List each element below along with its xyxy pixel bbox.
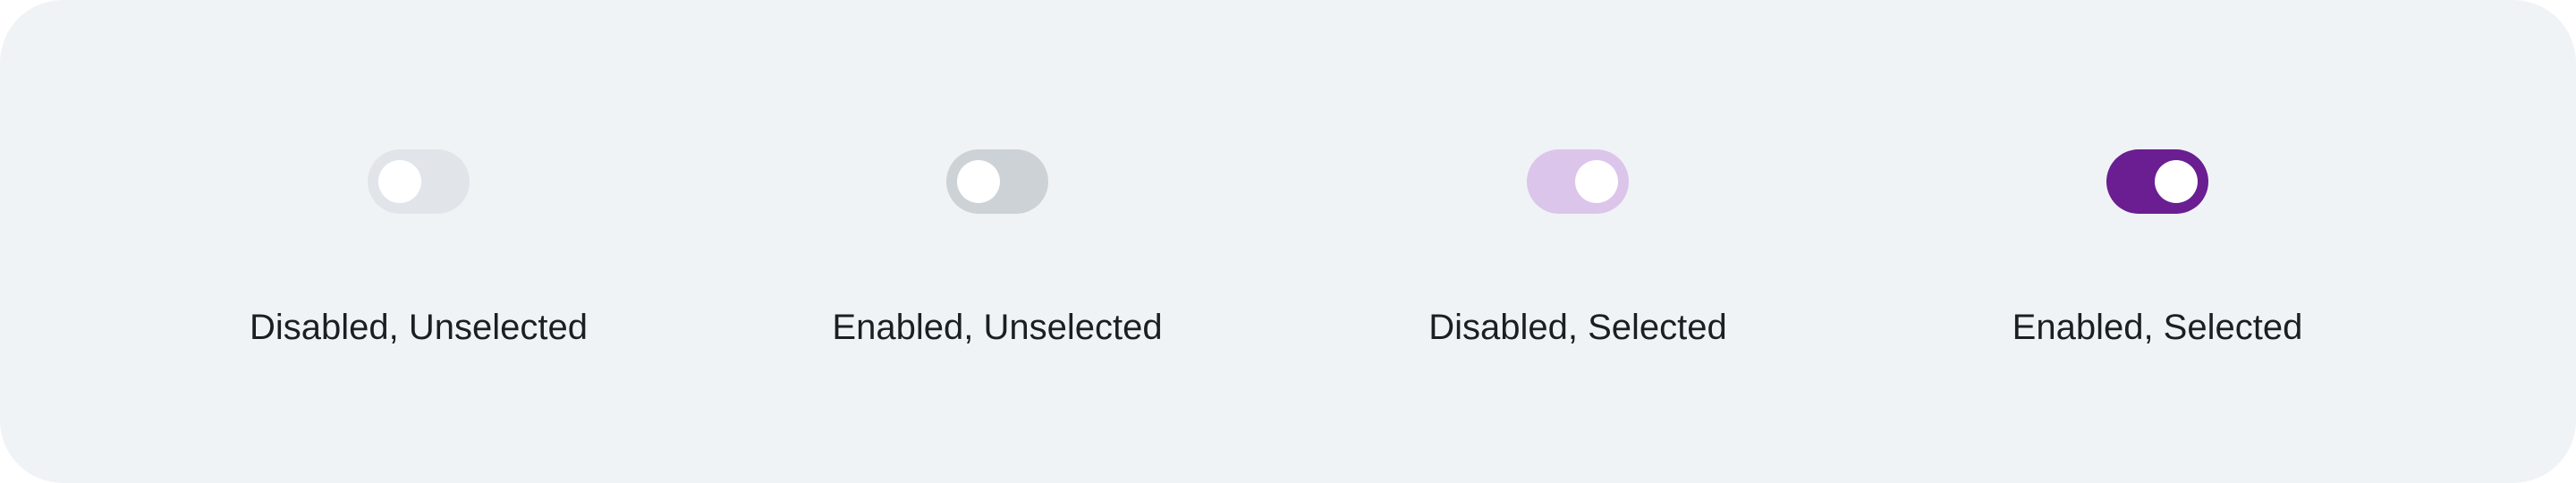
toggle-state-label: Disabled, Unselected	[250, 308, 588, 347]
toggle-switch-disabled-selected	[1527, 149, 1629, 214]
toggle-state-label: Enabled, Selected	[2012, 308, 2303, 347]
toggle-switch-enabled-unselected[interactable]	[946, 149, 1048, 214]
toggle-switch-disabled-unselected	[368, 149, 470, 214]
toggle-example-enabled-selected: Enabled, Selected	[1889, 0, 2426, 483]
toggle-knob	[378, 160, 421, 203]
toggle-state-label: Enabled, Unselected	[832, 308, 1163, 347]
toggle-states-panel: Disabled, Unselected Enabled, Unselected…	[0, 0, 2576, 483]
toggle-example-disabled-unselected: Disabled, Unselected	[150, 0, 687, 483]
toggle-knob	[2155, 160, 2198, 203]
toggle-switch-enabled-selected[interactable]	[2106, 149, 2208, 214]
toggle-knob	[957, 160, 1000, 203]
toggle-example-enabled-unselected: Enabled, Unselected	[729, 0, 1266, 483]
toggle-state-label: Disabled, Selected	[1428, 308, 1727, 347]
toggle-example-disabled-selected: Disabled, Selected	[1309, 0, 1846, 483]
toggle-knob	[1575, 160, 1618, 203]
